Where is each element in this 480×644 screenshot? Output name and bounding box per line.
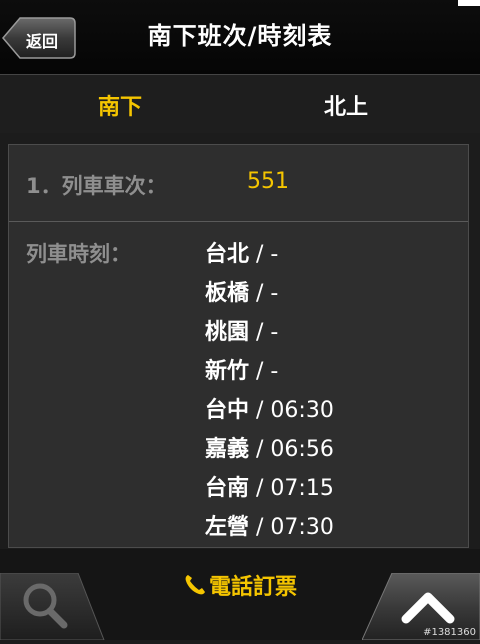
train-number-label: 1．列車車次： — [26, 174, 167, 198]
train-number-value: 551 — [247, 169, 289, 194]
stop-list: 台北 / - 板橋 / - 桃園 / - 新竹 / - 台中 / 06:30 嘉… — [205, 236, 334, 548]
schedule-card: 1．列車車次： 551 列車時刻： 台北 / - 板橋 / - 桃園 / - 新… — [8, 144, 469, 548]
page-title: 南下班次/時刻表 — [147, 22, 333, 50]
phone-icon — [185, 575, 205, 595]
stop-item: 新竹 / - — [205, 359, 279, 384]
stop-station: 嘉義 — [205, 437, 250, 462]
corner-mark — [458, 0, 480, 6]
direction-tabs: 南下 北上 — [0, 75, 480, 133]
stop-station: 左營 — [205, 515, 250, 540]
stop-station: 台南 — [205, 476, 250, 501]
stop-time: 06:30 — [270, 398, 334, 423]
stop-station: 台北 — [205, 242, 250, 267]
bottom-bar: 電話訂票 #1381360 — [0, 549, 480, 641]
stop-item: 台中 / 06:30 — [205, 398, 334, 423]
train-number-row: 1．列車車次： 551 — [9, 145, 468, 222]
stop-time: - — [270, 320, 279, 345]
stop-item: 板橋 / - — [205, 281, 279, 306]
tab-northbound[interactable]: 北上 — [226, 89, 466, 121]
stop-time: - — [270, 359, 279, 384]
stop-item: 左營 / 07:30 — [205, 515, 334, 540]
train-times-label: 列車時刻： — [26, 242, 131, 266]
stop-item: 台北 / - — [205, 242, 279, 267]
tab-southbound[interactable]: 南下 — [0, 89, 240, 121]
stop-time: - — [270, 281, 279, 306]
stop-item: 嘉義 / 06:56 — [205, 437, 334, 462]
stop-time: 07:30 — [270, 515, 334, 540]
stop-time: 06:56 — [270, 437, 334, 462]
stop-item: 桃園 / - — [205, 320, 279, 345]
header-bar: 返回 南下班次/時刻表 — [0, 0, 480, 75]
stop-station: 桃園 — [205, 320, 250, 345]
stop-item: 台南 / 07:15 — [205, 476, 334, 501]
phone-booking-label: 電話訂票 — [208, 575, 297, 600]
stop-station: 板橋 — [205, 281, 250, 306]
watermark: #1381360 — [423, 627, 476, 638]
stop-time: - — [270, 242, 279, 267]
stop-station: 台中 — [205, 398, 250, 423]
stop-station: 新竹 — [205, 359, 250, 384]
stop-time: 07:15 — [270, 476, 334, 501]
